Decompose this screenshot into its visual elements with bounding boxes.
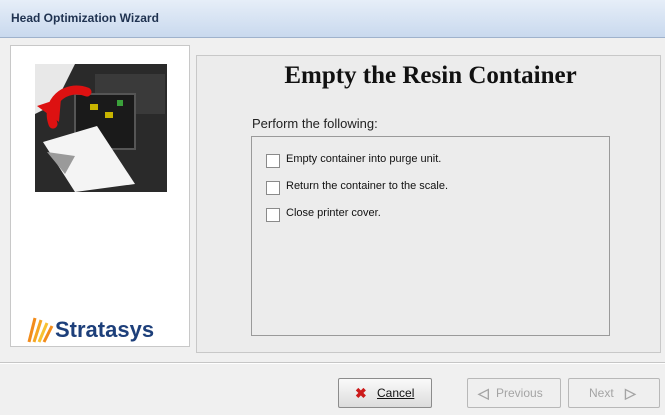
title-bar: Head Optimization Wizard: [0, 0, 665, 38]
checkbox[interactable]: [266, 154, 280, 168]
arrow-left-icon: ◁: [478, 385, 489, 401]
printer-photo: [35, 64, 167, 192]
left-panel: Stratasys: [10, 45, 190, 347]
window-title: Head Optimization Wizard: [11, 11, 159, 25]
next-button[interactable]: Next ▷: [568, 378, 660, 408]
arrow-right-icon: ▷: [625, 385, 636, 401]
checkbox[interactable]: [266, 181, 280, 195]
instruction-text: Perform the following:: [252, 116, 378, 131]
brand-name: Stratasys: [55, 317, 155, 342]
checklist-item-label: Empty container into purge unit.: [286, 153, 442, 165]
stratasys-mark-icon: [27, 317, 54, 343]
stratasys-logo: Stratasys: [25, 314, 185, 346]
page-title: Empty the Resin Container: [284, 62, 577, 89]
divider: [0, 362, 665, 364]
previous-button[interactable]: ◁ Previous: [467, 378, 561, 408]
x-icon: ✖: [355, 385, 367, 401]
checklist-item-label: Return the container to the scale.: [286, 180, 449, 192]
checklist-item-label: Close printer cover.: [286, 207, 381, 219]
checkbox[interactable]: [266, 208, 280, 222]
checklist: Empty container into purge unit. Return …: [251, 136, 610, 336]
cancel-button[interactable]: ✖ Cancel: [338, 378, 432, 408]
